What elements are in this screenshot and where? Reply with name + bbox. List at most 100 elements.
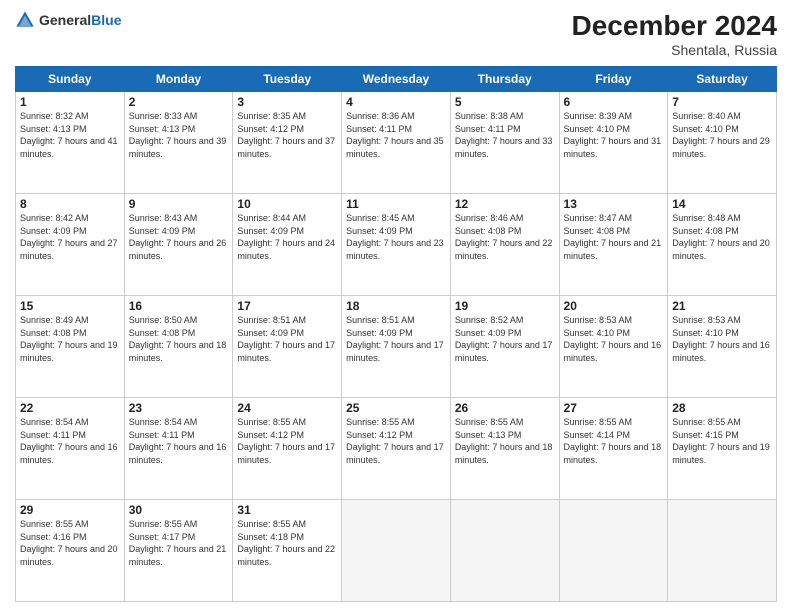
table-cell: 6Sunrise: 8:39 AM Sunset: 4:10 PM Daylig… [559, 92, 668, 194]
table-cell: 7Sunrise: 8:40 AM Sunset: 4:10 PM Daylig… [668, 92, 777, 194]
day-number: 25 [346, 401, 446, 415]
table-cell: 17Sunrise: 8:51 AM Sunset: 4:09 PM Dayli… [233, 296, 342, 398]
day-info: Sunrise: 8:43 AM Sunset: 4:09 PM Dayligh… [129, 212, 229, 262]
day-info: Sunrise: 8:46 AM Sunset: 4:08 PM Dayligh… [455, 212, 555, 262]
table-cell: 8Sunrise: 8:42 AM Sunset: 4:09 PM Daylig… [16, 194, 125, 296]
day-number: 28 [672, 401, 772, 415]
page: General Blue December 2024 Shentala, Rus… [0, 0, 792, 612]
day-info: Sunrise: 8:54 AM Sunset: 4:11 PM Dayligh… [129, 416, 229, 466]
day-info: Sunrise: 8:47 AM Sunset: 4:08 PM Dayligh… [564, 212, 664, 262]
day-number: 14 [672, 197, 772, 211]
calendar-table: Sunday Monday Tuesday Wednesday Thursday… [15, 66, 777, 602]
day-info: Sunrise: 8:49 AM Sunset: 4:08 PM Dayligh… [20, 314, 120, 364]
day-number: 1 [20, 95, 120, 109]
day-info: Sunrise: 8:44 AM Sunset: 4:09 PM Dayligh… [237, 212, 337, 262]
col-friday: Friday [559, 67, 668, 92]
table-cell: 16Sunrise: 8:50 AM Sunset: 4:08 PM Dayli… [124, 296, 233, 398]
day-number: 7 [672, 95, 772, 109]
table-cell: 11Sunrise: 8:45 AM Sunset: 4:09 PM Dayli… [342, 194, 451, 296]
table-cell: 13Sunrise: 8:47 AM Sunset: 4:08 PM Dayli… [559, 194, 668, 296]
day-info: Sunrise: 8:53 AM Sunset: 4:10 PM Dayligh… [564, 314, 664, 364]
calendar-row: 8Sunrise: 8:42 AM Sunset: 4:09 PM Daylig… [16, 194, 777, 296]
table-cell: 26Sunrise: 8:55 AM Sunset: 4:13 PM Dayli… [450, 398, 559, 500]
day-info: Sunrise: 8:42 AM Sunset: 4:09 PM Dayligh… [20, 212, 120, 262]
logo-general: General [39, 12, 91, 29]
table-cell: 1Sunrise: 8:32 AM Sunset: 4:13 PM Daylig… [16, 92, 125, 194]
table-cell: 9Sunrise: 8:43 AM Sunset: 4:09 PM Daylig… [124, 194, 233, 296]
day-info: Sunrise: 8:54 AM Sunset: 4:11 PM Dayligh… [20, 416, 120, 466]
col-monday: Monday [124, 67, 233, 92]
table-cell [450, 500, 559, 602]
header-row: Sunday Monday Tuesday Wednesday Thursday… [16, 67, 777, 92]
logo-text: General Blue [39, 12, 121, 29]
day-info: Sunrise: 8:45 AM Sunset: 4:09 PM Dayligh… [346, 212, 446, 262]
day-number: 3 [237, 95, 337, 109]
table-cell: 25Sunrise: 8:55 AM Sunset: 4:12 PM Dayli… [342, 398, 451, 500]
day-info: Sunrise: 8:40 AM Sunset: 4:10 PM Dayligh… [672, 110, 772, 160]
calendar-body: 1Sunrise: 8:32 AM Sunset: 4:13 PM Daylig… [16, 92, 777, 602]
day-number: 17 [237, 299, 337, 313]
table-cell: 24Sunrise: 8:55 AM Sunset: 4:12 PM Dayli… [233, 398, 342, 500]
day-info: Sunrise: 8:55 AM Sunset: 4:15 PM Dayligh… [672, 416, 772, 466]
day-number: 11 [346, 197, 446, 211]
table-cell: 3Sunrise: 8:35 AM Sunset: 4:12 PM Daylig… [233, 92, 342, 194]
table-cell: 12Sunrise: 8:46 AM Sunset: 4:08 PM Dayli… [450, 194, 559, 296]
day-info: Sunrise: 8:52 AM Sunset: 4:09 PM Dayligh… [455, 314, 555, 364]
col-saturday: Saturday [668, 67, 777, 92]
calendar-row: 22Sunrise: 8:54 AM Sunset: 4:11 PM Dayli… [16, 398, 777, 500]
col-sunday: Sunday [16, 67, 125, 92]
table-cell: 2Sunrise: 8:33 AM Sunset: 4:13 PM Daylig… [124, 92, 233, 194]
location: Shentala, Russia [572, 42, 777, 58]
day-info: Sunrise: 8:55 AM Sunset: 4:12 PM Dayligh… [346, 416, 446, 466]
table-cell: 14Sunrise: 8:48 AM Sunset: 4:08 PM Dayli… [668, 194, 777, 296]
col-tuesday: Tuesday [233, 67, 342, 92]
day-number: 27 [564, 401, 664, 415]
title-block: December 2024 Shentala, Russia [572, 10, 777, 58]
day-number: 22 [20, 401, 120, 415]
day-number: 29 [20, 503, 120, 517]
day-info: Sunrise: 8:39 AM Sunset: 4:10 PM Dayligh… [564, 110, 664, 160]
table-cell: 21Sunrise: 8:53 AM Sunset: 4:10 PM Dayli… [668, 296, 777, 398]
table-cell [668, 500, 777, 602]
table-cell: 22Sunrise: 8:54 AM Sunset: 4:11 PM Dayli… [16, 398, 125, 500]
day-info: Sunrise: 8:55 AM Sunset: 4:16 PM Dayligh… [20, 518, 120, 568]
day-number: 2 [129, 95, 229, 109]
table-cell: 30Sunrise: 8:55 AM Sunset: 4:17 PM Dayli… [124, 500, 233, 602]
day-info: Sunrise: 8:36 AM Sunset: 4:11 PM Dayligh… [346, 110, 446, 160]
day-number: 19 [455, 299, 555, 313]
table-cell: 10Sunrise: 8:44 AM Sunset: 4:09 PM Dayli… [233, 194, 342, 296]
day-info: Sunrise: 8:55 AM Sunset: 4:12 PM Dayligh… [237, 416, 337, 466]
day-info: Sunrise: 8:55 AM Sunset: 4:17 PM Dayligh… [129, 518, 229, 568]
table-cell [342, 500, 451, 602]
day-number: 12 [455, 197, 555, 211]
day-number: 21 [672, 299, 772, 313]
col-wednesday: Wednesday [342, 67, 451, 92]
day-number: 6 [564, 95, 664, 109]
logo: General Blue [15, 10, 121, 30]
day-info: Sunrise: 8:33 AM Sunset: 4:13 PM Dayligh… [129, 110, 229, 160]
table-cell: 31Sunrise: 8:55 AM Sunset: 4:18 PM Dayli… [233, 500, 342, 602]
table-cell: 18Sunrise: 8:51 AM Sunset: 4:09 PM Dayli… [342, 296, 451, 398]
calendar-row: 29Sunrise: 8:55 AM Sunset: 4:16 PM Dayli… [16, 500, 777, 602]
table-cell: 20Sunrise: 8:53 AM Sunset: 4:10 PM Dayli… [559, 296, 668, 398]
day-number: 13 [564, 197, 664, 211]
day-info: Sunrise: 8:51 AM Sunset: 4:09 PM Dayligh… [346, 314, 446, 364]
day-number: 9 [129, 197, 229, 211]
day-info: Sunrise: 8:55 AM Sunset: 4:18 PM Dayligh… [237, 518, 337, 568]
table-cell: 29Sunrise: 8:55 AM Sunset: 4:16 PM Dayli… [16, 500, 125, 602]
day-info: Sunrise: 8:55 AM Sunset: 4:13 PM Dayligh… [455, 416, 555, 466]
day-info: Sunrise: 8:50 AM Sunset: 4:08 PM Dayligh… [129, 314, 229, 364]
day-number: 18 [346, 299, 446, 313]
day-number: 8 [20, 197, 120, 211]
table-cell: 28Sunrise: 8:55 AM Sunset: 4:15 PM Dayli… [668, 398, 777, 500]
day-number: 10 [237, 197, 337, 211]
day-number: 31 [237, 503, 337, 517]
day-number: 20 [564, 299, 664, 313]
table-cell: 27Sunrise: 8:55 AM Sunset: 4:14 PM Dayli… [559, 398, 668, 500]
calendar-row: 1Sunrise: 8:32 AM Sunset: 4:13 PM Daylig… [16, 92, 777, 194]
table-cell: 15Sunrise: 8:49 AM Sunset: 4:08 PM Dayli… [16, 296, 125, 398]
table-cell: 5Sunrise: 8:38 AM Sunset: 4:11 PM Daylig… [450, 92, 559, 194]
day-number: 26 [455, 401, 555, 415]
day-info: Sunrise: 8:51 AM Sunset: 4:09 PM Dayligh… [237, 314, 337, 364]
day-info: Sunrise: 8:35 AM Sunset: 4:12 PM Dayligh… [237, 110, 337, 160]
